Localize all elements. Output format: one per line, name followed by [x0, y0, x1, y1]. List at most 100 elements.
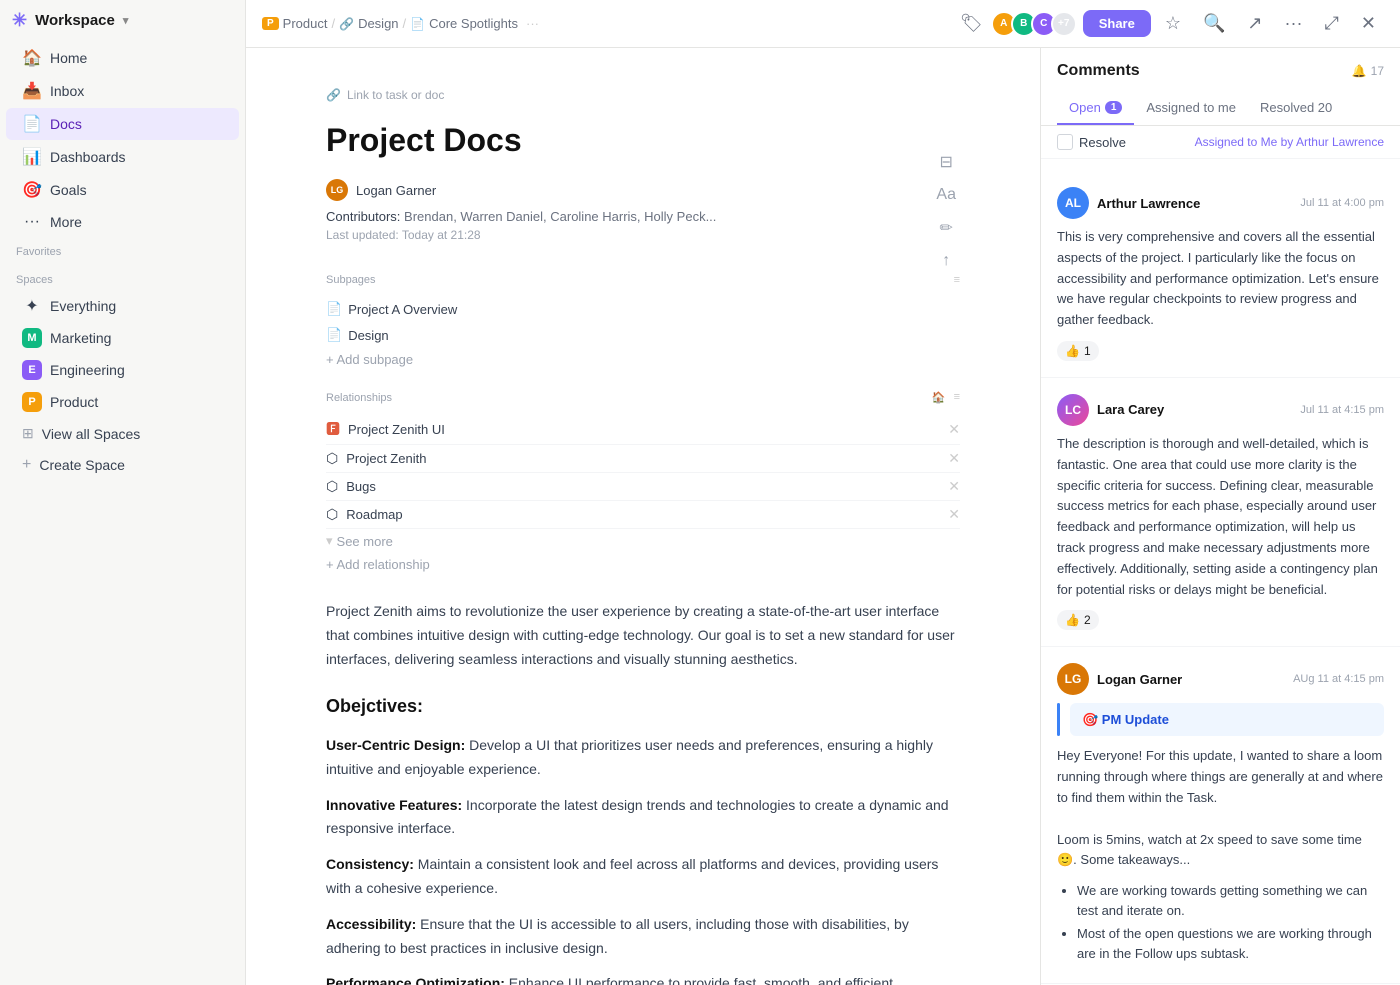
sidebar-item-more[interactable]: ··· More [6, 207, 239, 237]
sidebar-item-inbox[interactable]: 📥 Inbox [6, 75, 239, 107]
sidebar-item-dashboards[interactable]: 📊 Dashboards [6, 141, 239, 173]
edit-button[interactable]: ✏ [932, 214, 960, 242]
resolve-button[interactable]: Resolve [1057, 134, 1126, 150]
workspace-header[interactable]: ✳ Workspace ▾ [0, 0, 245, 41]
github-icon-3: ⬡ [326, 506, 338, 523]
tab-assigned[interactable]: Assigned to me [1134, 92, 1248, 125]
comment-card-1: LC Lara Carey Jul 11 at 4:15 pm The desc… [1041, 378, 1400, 647]
home-icon: 🏠 [22, 48, 42, 68]
layout-button[interactable]: ⊟ [932, 148, 960, 176]
doc-title: Project Docs [326, 122, 932, 159]
search-button[interactable]: 🔍 [1195, 9, 1233, 38]
share-doc-button[interactable]: ↑ [932, 248, 960, 274]
author-avatar: LG [326, 179, 348, 201]
sidebar-item-label: Goals [50, 182, 87, 198]
rel-item-0: 🅵 Project Zenith UI ✕ [326, 414, 960, 445]
bullet-0: We are working towards getting something… [1077, 881, 1384, 920]
subpage-item-design[interactable]: 📄 Design [326, 322, 960, 348]
comments-header: Comments 🔔 17 Open 1 Assigned to me [1041, 48, 1400, 126]
breadcrumb-core-spotlights[interactable]: 📄 Core Spotlights [410, 16, 518, 31]
see-more-button[interactable]: ▾ See more [326, 529, 960, 553]
objective-0: User-Centric Design: Develop a UI that p… [326, 734, 960, 782]
subpages-options-icon[interactable]: ≡ [954, 274, 960, 286]
sidebar-item-label: Home [50, 50, 87, 66]
create-space-button[interactable]: + Create Space [6, 450, 239, 480]
main-area: P Product / 🔗 Design / 📄 Core Spotlights… [246, 0, 1400, 985]
comments-notification[interactable]: 🔔 17 [1352, 64, 1384, 78]
breadcrumb-product[interactable]: P Product [262, 16, 327, 31]
objectives-title: Obejctives: [326, 691, 960, 722]
figma-icon: 🅵 [326, 419, 340, 439]
rel-close-2[interactable]: ✕ [948, 478, 960, 495]
share-button[interactable]: Share [1083, 10, 1151, 37]
product-crumb-icon: P [262, 17, 279, 30]
comment-text-1: The description is thorough and well-det… [1057, 434, 1384, 600]
github-icon-1: ⬡ [326, 450, 338, 467]
reaction-0-0[interactable]: 👍 1 [1057, 341, 1099, 361]
bell-icon: 🔔 [1352, 64, 1367, 78]
star-button[interactable]: ☆ [1157, 9, 1189, 38]
comments-title-row: Comments 🔔 17 [1057, 62, 1384, 80]
sidebar-item-marketing[interactable]: M Marketing [6, 323, 239, 353]
doc-body: Project Zenith aims to revolutionize the… [326, 600, 960, 985]
view-all-icon: ⊞ [22, 425, 34, 442]
comment-reactions-0: 👍 1 [1057, 341, 1384, 361]
add-subpage-button[interactable]: + Add subpage [326, 348, 960, 371]
contributors-label: Contributors: [326, 209, 400, 224]
sidebar: ✳ Workspace ▾ 🏠 Home 📥 Inbox 📄 Docs 📊 Da… [0, 0, 246, 985]
breadcrumb-design-label: Design [358, 16, 398, 31]
sidebar-item-label: Product [50, 394, 98, 410]
view-all-spaces-button[interactable]: ⊞ View all Spaces [6, 419, 239, 448]
sidebar-item-engineering[interactable]: E Engineering [6, 355, 239, 385]
plus-icon: + [22, 456, 31, 474]
resolve-checkbox[interactable] [1057, 134, 1073, 150]
more-options-button[interactable]: ··· [1277, 9, 1311, 38]
reaction-emoji-1-0: 👍 [1065, 613, 1080, 627]
doc-content: 🔗 Link to task or doc Project Docs LG Lo… [246, 48, 1040, 985]
breadcrumb-design[interactable]: 🔗 Design [339, 16, 398, 31]
comment-card-0: AL Arthur Lawrence Jul 11 at 4:00 pm Thi… [1041, 171, 1400, 378]
subpage-label: Project A Overview [348, 302, 457, 317]
doc-intro-paragraph: Project Zenith aims to revolutionize the… [326, 600, 960, 671]
tab-open[interactable]: Open 1 [1057, 92, 1134, 125]
link-icon: 🔗 [326, 88, 341, 102]
sidebar-item-product[interactable]: P Product [6, 387, 239, 417]
close-button[interactable]: ✕ [1353, 9, 1384, 38]
sidebar-item-label: Inbox [50, 83, 84, 99]
topbar-actions: 🏷 A B C +7 Share ☆ 🔍 ↗ ··· ⤢ ✕ [952, 9, 1384, 38]
rel-close-3[interactable]: ✕ [948, 506, 960, 523]
link-to-task-button[interactable]: 🔗 Link to task or doc [326, 88, 932, 102]
tags-button[interactable]: 🏷 [952, 9, 991, 38]
assigned-to-label[interactable]: Assigned to Me by Arthur Lawrence [1195, 135, 1384, 149]
docs-icon: 📄 [22, 114, 42, 134]
comments-body: Resolve Assigned to Me by Arthur Lawrenc… [1041, 126, 1400, 985]
sidebar-item-docs[interactable]: 📄 Docs [6, 108, 239, 140]
pm-update-label: 🎯 PM Update [1082, 712, 1169, 727]
rel-close-1[interactable]: ✕ [948, 450, 960, 467]
objective-0-bold: User-Centric Design: [326, 737, 465, 753]
spaces-label: Spaces [0, 266, 245, 290]
view-all-spaces-label: View all Spaces [42, 426, 141, 442]
inbox-icon: 📥 [22, 81, 42, 101]
sidebar-item-goals[interactable]: 🎯 Goals [6, 174, 239, 206]
relationship-home-icon[interactable]: 🏠 [932, 391, 946, 404]
sidebar-item-home[interactable]: 🏠 Home [6, 42, 239, 74]
comment-date-1: Jul 11 at 4:15 pm [1300, 404, 1384, 416]
text-style-button[interactable]: Aa [932, 182, 960, 208]
see-more-icon: ▾ [326, 533, 333, 549]
export-button[interactable]: ↗ [1239, 9, 1270, 38]
comment-author-row-0: AL Arthur Lawrence Jul 11 at 4:00 pm [1057, 187, 1384, 219]
rel-close-0[interactable]: ✕ [948, 421, 960, 438]
sidebar-nav: 🏠 Home 📥 Inbox 📄 Docs 📊 Dashboards 🎯 Goa… [0, 41, 245, 238]
comment-avatar-2: LG [1057, 663, 1089, 695]
add-relationship-button[interactable]: + Add relationship [326, 553, 960, 576]
relationship-options-icon[interactable]: ≡ [954, 391, 960, 404]
expand-button[interactable]: ⤢ [1317, 9, 1347, 38]
reaction-1-0[interactable]: 👍 2 [1057, 610, 1099, 630]
tab-resolved[interactable]: Resolved 20 [1248, 92, 1344, 125]
sidebar-item-everything[interactable]: ✦ Everything [6, 291, 239, 321]
sidebar-item-label: Engineering [50, 362, 125, 378]
topbar-ellipsis: ··· [526, 16, 539, 31]
subpage-item-project-a[interactable]: 📄 Project A Overview [326, 296, 960, 322]
create-space-label: Create Space [39, 457, 125, 473]
